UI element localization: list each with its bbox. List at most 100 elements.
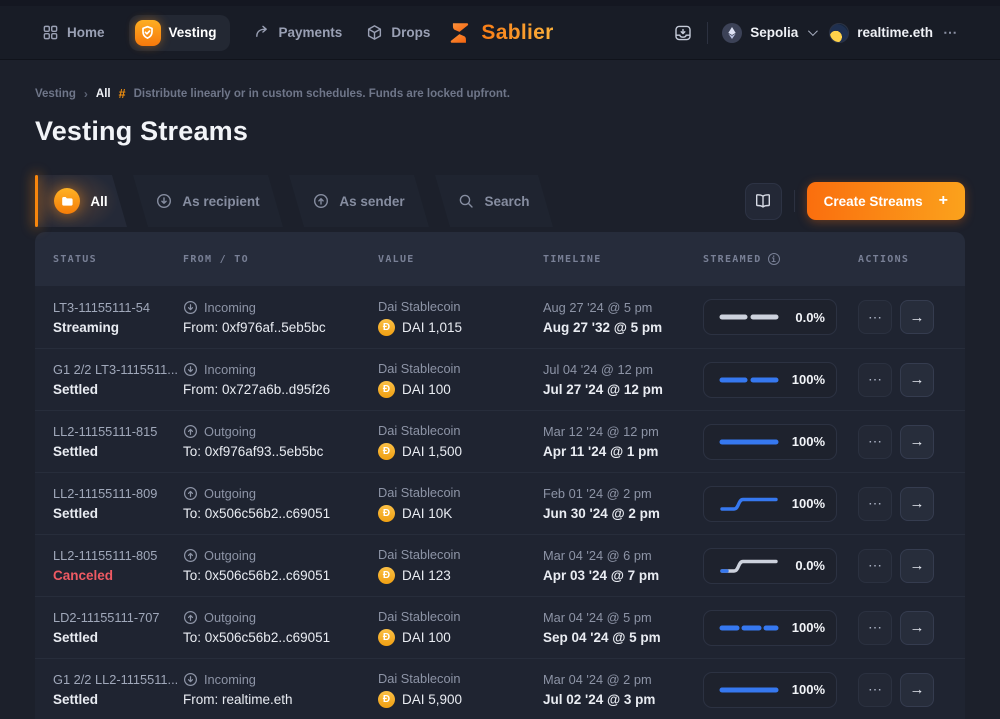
status-cell: LL2-11155111-805 Canceled	[53, 548, 183, 583]
nav-item-home[interactable]: Home	[42, 24, 105, 41]
stream-status: Streaming	[53, 320, 183, 335]
docs-button[interactable]	[745, 183, 782, 220]
folder-icon	[54, 188, 80, 214]
info-icon[interactable]: i	[768, 253, 780, 265]
status-cell: LT3-11155111-54 Streaming	[53, 300, 183, 335]
row-more-button[interactable]: ⋯	[858, 363, 892, 397]
streamed-cell: 0.0%	[703, 299, 858, 335]
network-label: Sepolia	[750, 25, 798, 40]
more-icon[interactable]: ⋯	[943, 24, 958, 41]
row-more-button[interactable]: ⋯	[858, 673, 892, 707]
counterparty-address[interactable]: From: realtime.eth	[183, 692, 378, 707]
table-row[interactable]: LL2-11155111-805 Canceled Outgoing To: 0…	[35, 534, 965, 596]
sablier-logo[interactable]: Sablier	[446, 20, 553, 46]
streamed-progress[interactable]: 100%	[703, 424, 837, 460]
table-row[interactable]: LT3-11155111-54 Streaming Incoming From:…	[35, 286, 965, 348]
dai-token-icon: Ð	[378, 319, 395, 336]
table-row[interactable]: LL2-11155111-809 Settled Outgoing To: 0x…	[35, 472, 965, 534]
account-menu[interactable]: realtime.eth ⋯	[829, 23, 958, 43]
table-row[interactable]: G1 2/2 LL2-1115511... Settled Incoming F…	[35, 658, 965, 719]
outgoing-icon	[183, 486, 198, 501]
row-more-button[interactable]: ⋯	[858, 549, 892, 583]
counterparty-address[interactable]: To: 0x506c56b2..c69051	[183, 568, 378, 583]
end-time: Sep 04 '24 @ 5 pm	[543, 630, 703, 645]
toolbar-right: Create Streams +	[745, 182, 965, 220]
actions-cell: ⋯ →	[858, 487, 947, 521]
counterparty-address[interactable]: To: 0x506c56b2..c69051	[183, 630, 378, 645]
plus-icon: +	[939, 192, 948, 210]
arrow-up-circle-icon	[313, 193, 329, 209]
streamed-progress[interactable]: 0.0%	[703, 548, 837, 584]
row-open-button[interactable]: →	[900, 300, 934, 334]
row-open-button[interactable]: →	[900, 425, 934, 459]
value-cell: Dai Stablecoin Ð DAI 5,900	[378, 671, 543, 708]
inbox-icon[interactable]	[673, 23, 693, 43]
streamed-progress[interactable]: 100%	[703, 672, 837, 708]
from-to-cell: Outgoing To: 0x506c56b2..c69051	[183, 610, 378, 645]
create-streams-button[interactable]: Create Streams +	[807, 182, 965, 220]
token-name: Dai Stablecoin	[378, 547, 543, 562]
direction-label: Incoming	[204, 672, 256, 687]
incoming-icon	[183, 300, 198, 315]
row-open-button[interactable]: →	[900, 363, 934, 397]
streamed-percent: 0.0%	[795, 310, 825, 325]
table-row[interactable]: LL2-11155111-815 Settled Outgoing To: 0x…	[35, 410, 965, 472]
row-more-button[interactable]: ⋯	[858, 300, 892, 334]
nav-divider	[707, 22, 708, 44]
actions-cell: ⋯ →	[858, 300, 947, 334]
streamed-progress[interactable]: 0.0%	[703, 299, 837, 335]
streamed-percent: 100%	[792, 434, 825, 449]
breadcrumb-current[interactable]: All	[96, 88, 111, 100]
nav-payments-label: Payments	[279, 25, 343, 40]
actions-cell: ⋯ →	[858, 673, 947, 707]
nav-item-drops[interactable]: Drops	[366, 24, 430, 41]
streamed-progress[interactable]: 100%	[703, 610, 837, 646]
timeline-cell: Mar 12 '24 @ 12 pm Apr 11 '24 @ 1 pm	[543, 424, 703, 459]
tab-search[interactable]: Search	[435, 175, 553, 227]
header-streamed-label: STREAMED	[703, 254, 762, 265]
breadcrumb-root[interactable]: Vesting	[35, 88, 76, 100]
status-cell: G1 2/2 LT3-1115511... Settled	[53, 362, 183, 397]
table-row[interactable]: G1 2/2 LT3-1115511... Settled Incoming F…	[35, 348, 965, 410]
counterparty-address[interactable]: From: 0x727a6b..d95f26	[183, 382, 378, 397]
tab-as-recipient[interactable]: As recipient	[133, 175, 283, 227]
table-row[interactable]: LD2-11155111-707 Settled Outgoing To: 0x…	[35, 596, 965, 658]
status-cell: LL2-11155111-815 Settled	[53, 424, 183, 459]
direction-label: Incoming	[204, 362, 256, 377]
stream-amount: DAI 10K	[402, 506, 452, 521]
nav-item-payments[interactable]: Payments	[254, 24, 343, 41]
streamed-progress[interactable]: 100%	[703, 362, 837, 398]
stream-id: LD2-11155111-707	[53, 610, 183, 625]
header-value: VALUE	[378, 254, 543, 265]
actions-cell: ⋯ →	[858, 611, 947, 645]
streamed-progress[interactable]: 100%	[703, 486, 837, 522]
row-more-button[interactable]: ⋯	[858, 611, 892, 645]
streamed-sparkline	[715, 620, 781, 636]
direction-label: Outgoing	[204, 486, 256, 501]
start-time: Aug 27 '24 @ 5 pm	[543, 300, 703, 315]
tab-as-sender[interactable]: As sender	[289, 175, 429, 227]
streamed-sparkline	[715, 309, 781, 325]
toolbar-divider	[794, 190, 795, 212]
timeline-cell: Aug 27 '24 @ 5 pm Aug 27 '32 @ 5 pm	[543, 300, 703, 335]
row-open-button[interactable]: →	[900, 487, 934, 521]
counterparty-address[interactable]: To: 0x506c56b2..c69051	[183, 506, 378, 521]
row-more-button[interactable]: ⋯	[858, 425, 892, 459]
streams-table: STATUS FROM / TO VALUE TIMELINE STREAMED…	[35, 232, 965, 719]
counterparty-address[interactable]: To: 0xf976af93..5eb5bc	[183, 444, 378, 459]
tab-all[interactable]: All	[35, 175, 127, 227]
row-open-button[interactable]: →	[900, 549, 934, 583]
direction-label: Outgoing	[204, 548, 256, 563]
end-time: Aug 27 '32 @ 5 pm	[543, 320, 703, 335]
row-open-button[interactable]: →	[900, 611, 934, 645]
streamed-percent: 100%	[792, 496, 825, 511]
streamed-sparkline	[715, 496, 781, 512]
row-open-button[interactable]: →	[900, 673, 934, 707]
timeline-cell: Mar 04 '24 @ 5 pm Sep 04 '24 @ 5 pm	[543, 610, 703, 645]
counterparty-address[interactable]: From: 0xf976af..5eb5bc	[183, 320, 378, 335]
network-selector[interactable]: Sepolia	[722, 23, 815, 43]
row-more-button[interactable]: ⋯	[858, 487, 892, 521]
tab-as-recipient-label: As recipient	[182, 194, 259, 209]
nav-item-vesting[interactable]: Vesting	[129, 15, 230, 51]
stream-status: Settled	[53, 692, 183, 707]
